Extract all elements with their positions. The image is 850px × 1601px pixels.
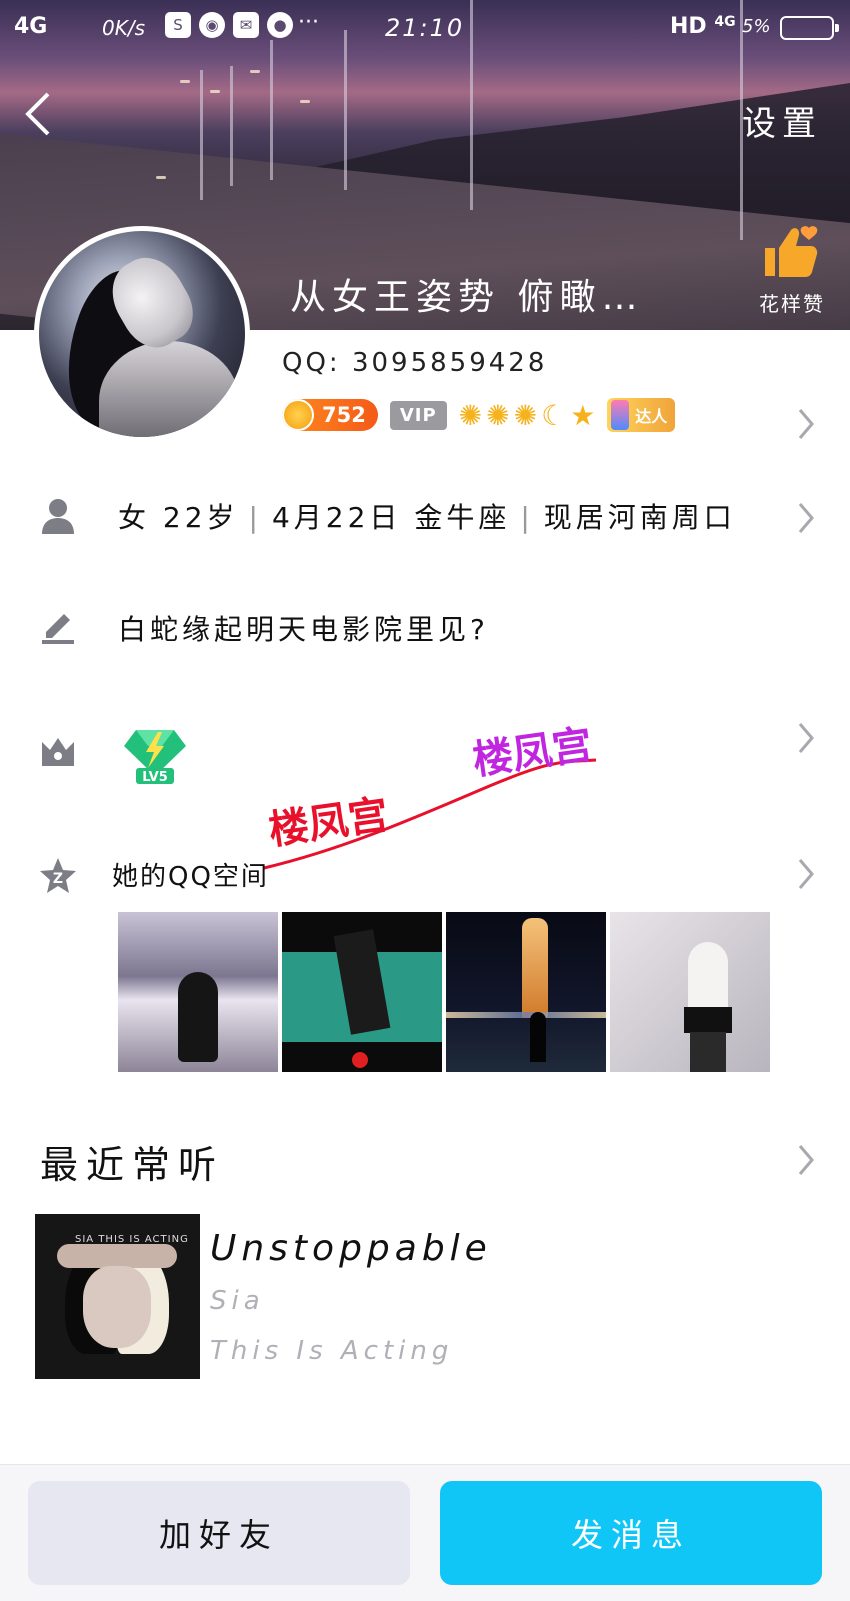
vip-chevron-right-icon[interactable] [796, 720, 816, 756]
battery-percent: 5% [742, 16, 771, 37]
network-right-indicator: 4G [714, 14, 736, 30]
voice-notification-icon: ◉ [199, 12, 225, 38]
qzone-chevron-right-icon[interactable] [796, 856, 816, 892]
cover-lamp [250, 70, 260, 73]
battery-icon [780, 16, 839, 40]
coin-value: 752 [322, 403, 366, 427]
network-indicator: 4G [14, 14, 48, 39]
badges-chevron-right-icon[interactable] [796, 406, 816, 442]
bottom-action-bar: 加好友 发消息 [0, 1464, 850, 1601]
phone-icon [611, 400, 630, 430]
person-icon [42, 499, 74, 534]
network-speed: 0K/s [102, 16, 145, 40]
add-friend-button[interactable]: 加好友 [28, 1481, 410, 1585]
qzone-star-icon: Z [40, 858, 76, 893]
song-album: This Is Acting [210, 1336, 454, 1366]
coin-badge[interactable]: 752 [282, 399, 378, 431]
chat-notification-icon: ● [267, 12, 293, 38]
gender-age: 女 22岁 [118, 501, 239, 534]
back-button[interactable] [22, 90, 62, 140]
level-icons[interactable]: ✺ ✺ ✺ ☾ ★ [459, 399, 596, 432]
coin-icon [282, 399, 314, 431]
gem-level-label: LV5 [142, 770, 168, 785]
status-bar: 4G 0K/s S ◉ ✉ ● ··· 21:10 HD 4G 5% [0, 0, 850, 56]
qzone-photo[interactable] [118, 912, 278, 1072]
qzone-photos [118, 912, 770, 1072]
recent-music-chevron-right-icon[interactable] [796, 1142, 816, 1178]
badge-row[interactable]: 752 VIP ✺ ✺ ✺ ☾ ★ 达人 [282, 398, 676, 432]
mail-notification-icon: ✉ [233, 12, 259, 38]
sun-icon: ✺ [458, 398, 483, 432]
signature[interactable]: 白蛇缘起明天电影院里见? [118, 608, 489, 648]
master-label: 达人 [635, 407, 668, 426]
divider: | [248, 501, 262, 534]
divider: | [520, 501, 534, 534]
notification-icons: S ◉ ✉ ● [165, 12, 293, 38]
song-title[interactable]: Unstoppable [210, 1228, 492, 1269]
qzone-photo[interactable] [446, 912, 606, 1072]
moon-icon: ☾ [541, 398, 567, 432]
gem-level-icon[interactable]: LV5 [122, 724, 188, 786]
qzone-title[interactable]: 她的QQ空间 [112, 856, 269, 893]
chevron-left-icon [25, 92, 50, 136]
birthday: 4月22日 金牛座 [271, 501, 511, 534]
sun-icon: ✺ [513, 398, 538, 432]
send-message-button[interactable]: 发消息 [440, 1481, 822, 1585]
app-notification-icon: S [165, 12, 191, 38]
like-label: 花样赞 [759, 292, 825, 316]
clock: 21:10 [385, 14, 465, 42]
crown-icon [42, 738, 74, 766]
cover-lamp-pole [270, 40, 273, 180]
cover-car-light [156, 176, 166, 179]
cover-lamp-pole [200, 70, 203, 200]
master-badge[interactable]: 达人 [607, 398, 676, 432]
album-cover[interactable]: SIA THIS IS ACTING [35, 1214, 200, 1379]
song-artist: Sia [210, 1286, 265, 1316]
vip-badge[interactable]: VIP [389, 400, 447, 430]
nickname: 从女王姿势 俯瞰… [290, 277, 644, 318]
more-notifications-icon: ··· [298, 10, 319, 35]
location: 现居河南周口 [543, 501, 736, 534]
hd-indicator: HD 4G [670, 14, 736, 39]
qzone-photo[interactable] [282, 912, 442, 1072]
sun-icon: ✺ [486, 398, 510, 432]
cover-lamp-pole [230, 66, 233, 186]
star-icon: ★ [570, 398, 596, 432]
cover-lamp [180, 80, 190, 83]
svg-text:Z: Z [53, 871, 63, 887]
thumbs-up-icon [765, 226, 818, 277]
cover-lamp [210, 90, 220, 93]
profile-info-chevron-right-icon[interactable] [796, 500, 816, 536]
qzone-photo[interactable] [610, 912, 770, 1072]
pencil-icon [42, 614, 74, 644]
qq-number: QQ: 3095859428 [282, 348, 548, 378]
like-button[interactable]: 花样赞 [752, 224, 832, 317]
profile-info[interactable]: 女 22岁 | 4月22日 金牛座 | 现居河南周口 [118, 496, 736, 536]
avatar[interactable] [34, 226, 250, 442]
recent-music-title[interactable]: 最近常听 [40, 1134, 224, 1189]
cover-lamp [300, 100, 310, 103]
settings-button[interactable]: 设置 [742, 96, 822, 145]
